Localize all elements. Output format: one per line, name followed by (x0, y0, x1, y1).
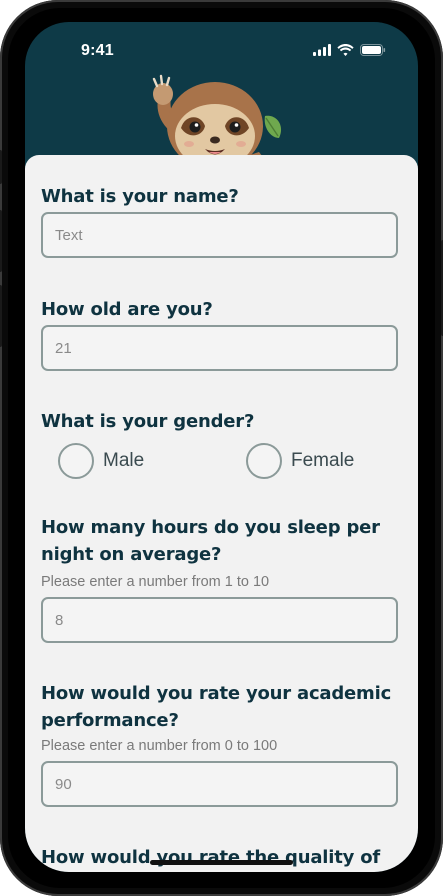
sleep-question-line2: night on average? (41, 544, 222, 565)
volume-up-button (0, 210, 2, 272)
age-question-label: How old are you? (41, 299, 213, 320)
academic-hint: Please enter a number from 0 to 100 (41, 738, 278, 754)
gender-option-male[interactable]: Male (58, 443, 144, 479)
status-icons (313, 44, 386, 56)
mute-switch (0, 150, 2, 184)
academic-question-label: How would you rate your academic perform… (41, 680, 391, 734)
female-radio-button[interactable] (246, 443, 282, 479)
academic-score-input[interactable] (43, 763, 396, 805)
gender-option-female[interactable]: Female (246, 443, 354, 479)
age-input[interactable] (43, 327, 396, 369)
screen: 9:41 What is your name? Text How old are… (25, 22, 418, 872)
sleep-field-container (41, 597, 398, 643)
sleep-quality-question-label: How would you rate the quality of (41, 847, 381, 868)
male-option-label: Male (103, 450, 145, 471)
cellular-signal-icon (313, 44, 331, 56)
academic-question-line2: performance? (41, 710, 179, 731)
female-option-label: Female (291, 450, 355, 471)
name-question-label: What is your name? (41, 186, 239, 207)
name-field-container (41, 212, 398, 258)
academic-question-line1: How would you rate your academic (41, 683, 392, 704)
battery-icon (360, 44, 386, 56)
male-radio-button[interactable] (58, 443, 94, 479)
sleep-question-label: How many hours do you sleep per night on… (41, 514, 380, 568)
volume-down-button (0, 285, 2, 347)
sleep-hours-input[interactable] (43, 599, 396, 641)
age-field-container (41, 325, 398, 371)
name-input[interactable] (43, 214, 396, 256)
academic-field-container (41, 761, 398, 807)
status-time: 9:41 (81, 42, 114, 59)
sleep-question-line1: How many hours do you sleep per (41, 517, 380, 538)
gender-question-label: What is your gender? (41, 411, 255, 432)
home-indicator[interactable] (150, 860, 293, 865)
sleep-hint: Please enter a number from 1 to 10 (41, 574, 270, 590)
survey-form-card: What is your name? How old are you? What… (25, 155, 418, 872)
wifi-icon (337, 44, 354, 56)
